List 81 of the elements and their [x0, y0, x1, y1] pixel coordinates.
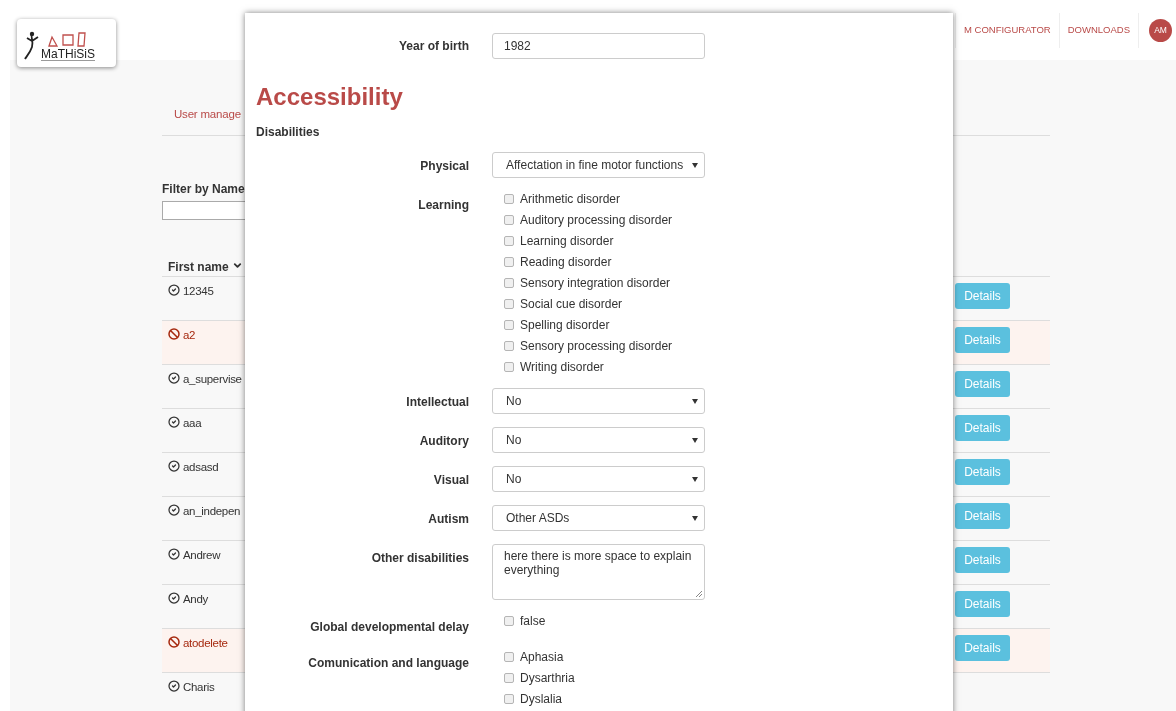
dropdown[interactable]: Other ASDs	[492, 505, 705, 531]
field-label: Autism	[428, 512, 469, 526]
field-label: Auditory	[419, 434, 469, 448]
checkbox[interactable]	[504, 257, 514, 267]
field-label: Visual	[433, 473, 469, 487]
checkbox[interactable]	[504, 215, 514, 225]
year-field[interactable]: 1982	[492, 33, 705, 59]
first-name: an_indepen	[183, 504, 241, 519]
checkbox[interactable]	[504, 278, 514, 288]
first-name: 12345	[183, 284, 214, 299]
nav-link[interactable]: DOWNLOADS	[1058, 12, 1139, 48]
first-name: a2	[183, 328, 196, 343]
checkbox[interactable]	[504, 362, 514, 372]
checkbox-label: Dysarthria	[520, 670, 575, 687]
nav-link[interactable]: M CONFIGURATOR	[955, 12, 1059, 48]
checkbox[interactable]	[504, 694, 514, 704]
active-icon	[168, 460, 180, 472]
first-name: atodelete	[183, 636, 228, 651]
blocked-icon	[168, 636, 180, 648]
column-header[interactable]: First name	[168, 258, 229, 276]
first-name: Charis	[183, 680, 215, 695]
active-icon	[168, 504, 180, 516]
tab[interactable]: User manage	[174, 108, 241, 120]
checkbox-label: Dyslalia	[520, 691, 562, 708]
filter-label: Filter by Name	[162, 181, 246, 198]
caret-icon	[692, 476, 698, 482]
field-label: Learning	[418, 198, 469, 212]
first-name: aaa	[183, 416, 202, 431]
checkbox-label: false	[520, 613, 546, 630]
active-icon	[168, 680, 180, 692]
subsection-label: Disabilities	[256, 124, 321, 141]
first-name: Andy	[183, 592, 208, 607]
field-label: Global developmental delay	[310, 620, 469, 634]
checkbox[interactable]	[504, 194, 514, 204]
blocked-icon	[168, 328, 180, 340]
caret-icon	[692, 162, 698, 168]
checkbox-label: Aphasia	[520, 649, 564, 666]
active-icon	[168, 284, 180, 296]
caret-icon	[692, 437, 698, 443]
checkbox-label: Sensory processing disorder	[520, 338, 673, 355]
active-icon	[168, 416, 180, 428]
section-heading: Accessibility	[256, 85, 404, 109]
checkbox[interactable]	[504, 652, 514, 662]
first-name: a_supervise	[183, 372, 242, 387]
active-icon	[168, 592, 180, 604]
checkbox[interactable]	[504, 673, 514, 683]
dropdown[interactable]: Affectation in fine motor functions	[492, 152, 705, 178]
field-label: Other disabilities	[371, 551, 469, 565]
checkbox-label: Reading disorder	[520, 254, 612, 271]
field-label: Year of birth	[399, 39, 469, 53]
field-label: Comunication and language	[308, 656, 469, 670]
checkbox[interactable]	[504, 616, 514, 626]
checkbox[interactable]	[504, 236, 514, 246]
caret-icon	[692, 515, 698, 521]
active-icon	[168, 548, 180, 560]
checkbox[interactable]	[504, 320, 514, 330]
checkbox[interactable]	[504, 299, 514, 309]
checkbox[interactable]	[504, 341, 514, 351]
checkbox-label: Writing disorder	[520, 359, 604, 376]
avatar[interactable]: AM	[1149, 18, 1173, 42]
checkbox-label: Sensory integration disorder	[520, 275, 671, 292]
checkbox-label: Auditory processing disorder	[520, 212, 673, 229]
resize-icon[interactable]	[696, 591, 702, 597]
active-icon	[168, 372, 180, 384]
checkbox-label: Spelling disorder	[520, 317, 610, 334]
dropdown[interactable]: No	[492, 466, 705, 492]
first-name: adsasd	[183, 460, 219, 475]
sort-icon[interactable]	[231, 260, 243, 271]
logo-text: MaTHiSiS	[41, 48, 95, 61]
caret-icon	[692, 398, 698, 404]
text-area[interactable]: here there is more space to explain everything	[492, 544, 705, 600]
checkbox-label: Social cue disorder	[520, 296, 623, 313]
field-label: Physical	[420, 159, 469, 173]
dropdown[interactable]: No	[492, 427, 705, 453]
checkbox-label: Learning disorder	[520, 233, 614, 250]
logo-card[interactable]: MaTHiSiS	[17, 19, 116, 67]
dropdown[interactable]: No	[492, 388, 705, 414]
first-name: Andrew	[183, 548, 221, 563]
figure-drawing	[23, 31, 41, 61]
field-label: Intellectual	[406, 395, 469, 409]
checkbox-label: Arithmetic disorder	[520, 191, 621, 208]
